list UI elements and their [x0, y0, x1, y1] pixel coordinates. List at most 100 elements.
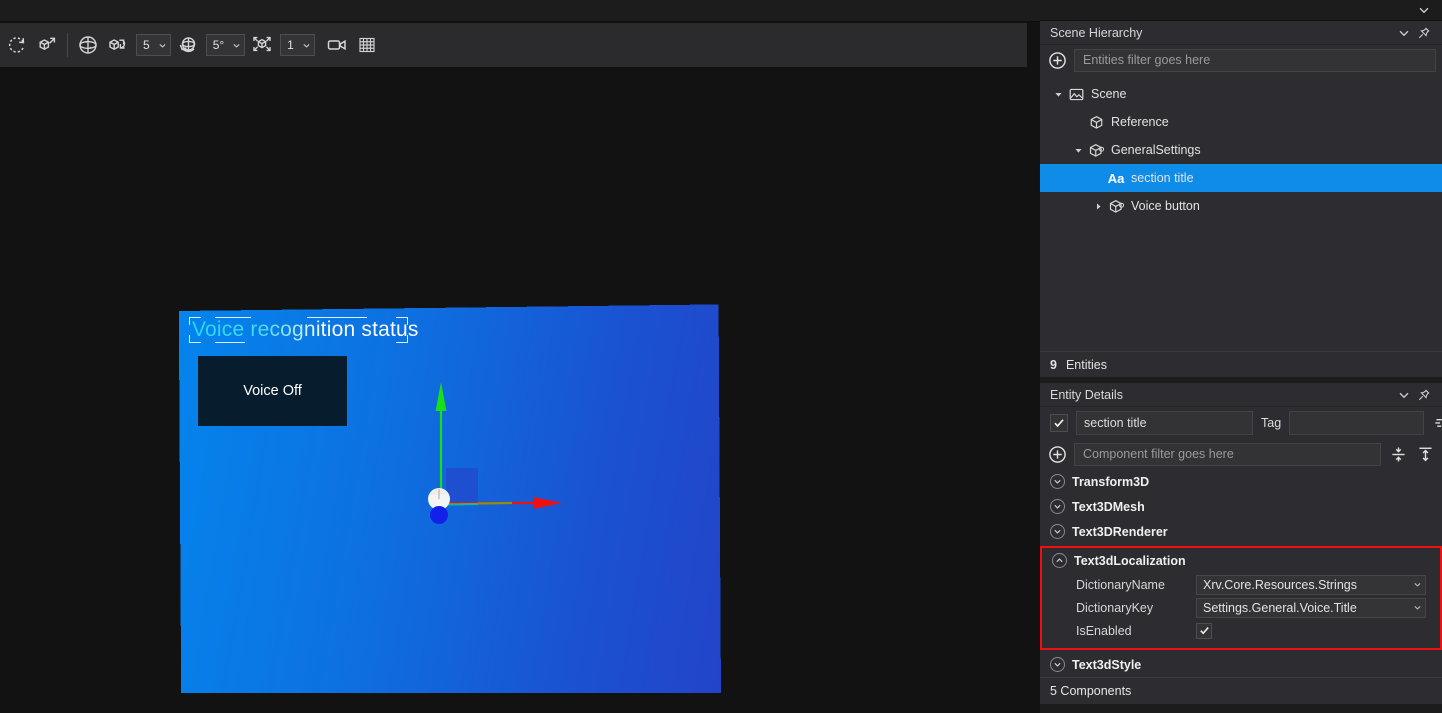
component-name: Text3dLocalization	[1074, 554, 1186, 568]
toolbar-separator	[67, 33, 68, 57]
voice-off-label: Voice Off	[243, 383, 302, 399]
entities-filter-input[interactable]	[1074, 49, 1436, 72]
right-dock: Scene Hierarchy	[1040, 0, 1442, 713]
plus-circle-icon[interactable]	[1046, 49, 1068, 71]
component-toggle[interactable]	[1052, 553, 1067, 568]
snap-scale-icon[interactable]	[247, 30, 277, 60]
tree-item-label: section title	[1131, 171, 1194, 185]
chevron-down-icon[interactable]	[1417, 3, 1431, 17]
tree-item-scene[interactable]: Scene	[1040, 80, 1442, 108]
plane-title-text: Voice recognition status	[192, 318, 419, 342]
rotate-step-combo[interactable]: 5°	[206, 34, 245, 56]
grid-icon[interactable]	[352, 30, 382, 60]
scene-icon	[1066, 85, 1086, 103]
3d-viewport[interactable]: Voice recognition status Voice Off	[0, 67, 1027, 713]
tree-item-voice-button[interactable]: Voice button	[1040, 192, 1442, 220]
chevron-down-icon	[302, 41, 311, 50]
rotate-gizmo-icon[interactable]	[2, 30, 32, 60]
component-toggle[interactable]	[1050, 524, 1065, 539]
tree-twisty[interactable]	[1090, 198, 1106, 214]
rotate-step-value: 5°	[213, 38, 224, 52]
property-combo-dictionarykey[interactable]: Settings.General.Voice.Title	[1196, 598, 1426, 618]
pin-icon[interactable]	[1414, 385, 1434, 405]
chevron-up-icon	[1055, 556, 1064, 565]
entities-filter-row	[1040, 45, 1442, 75]
entity-enabled-checkbox[interactable]	[1050, 414, 1068, 432]
component-block-text3drenderer: Text3DRenderer	[1040, 519, 1442, 544]
twisty-collapsed-icon	[1094, 202, 1103, 211]
entity-details-title: Entity Details	[1050, 388, 1394, 402]
component-tool-icons	[1387, 443, 1436, 465]
tree-item-label: GeneralSettings	[1111, 143, 1201, 157]
run-behaviors-icon[interactable]	[1432, 411, 1442, 435]
component-header-transform3d[interactable]: Transform3D	[1040, 469, 1442, 494]
chevron-down-icon	[1413, 580, 1422, 589]
component-toggle[interactable]	[1050, 499, 1065, 514]
entities-count-label: Entities	[1066, 358, 1107, 372]
plus-circle-icon[interactable]	[1046, 443, 1068, 465]
chevron-down-icon	[1053, 477, 1062, 486]
scene-hierarchy-panel: Scene Hierarchy	[1040, 21, 1442, 351]
component-header-text3drenderer[interactable]: Text3DRenderer	[1040, 519, 1442, 544]
property-checkbox-isenabled[interactable]	[1196, 623, 1212, 639]
top-strip	[0, 0, 1040, 22]
tree-item-label: Voice button	[1131, 199, 1200, 213]
entities-count-number: 9	[1050, 358, 1057, 372]
entity-cube-icon	[1089, 115, 1104, 130]
tree-item-generalsettings[interactable]: GeneralSettings	[1040, 136, 1442, 164]
component-header-text3dstyle[interactable]: Text3dStyle	[1040, 652, 1442, 677]
twisty-expanded-icon	[1074, 146, 1083, 155]
pin-icon[interactable]	[1414, 23, 1434, 43]
component-toggle[interactable]	[1050, 657, 1065, 672]
viewport-toolbar: 5 5°	[0, 23, 1027, 67]
component-filter-input[interactable]	[1074, 443, 1381, 466]
component-block-spacer	[1042, 642, 1440, 648]
snap-rotate-icon[interactable]	[173, 30, 203, 60]
components-count-bar: 5 Components	[1040, 677, 1442, 704]
tree-item-reference[interactable]: Reference	[1040, 108, 1442, 136]
tree-twisty[interactable]	[1070, 114, 1086, 130]
voice-off-button[interactable]: Voice Off	[198, 356, 347, 426]
chevron-down-icon[interactable]	[1394, 23, 1414, 43]
tree-item-section-title[interactable]: Aasection title	[1040, 164, 1442, 192]
chevron-down-icon	[1053, 527, 1062, 536]
component-name: Text3DRenderer	[1072, 525, 1168, 539]
scale-step-combo[interactable]: 1	[280, 34, 315, 56]
entity-tag-field[interactable]	[1289, 411, 1424, 435]
camera-icon[interactable]	[322, 30, 352, 60]
property-label: IsEnabled	[1076, 624, 1196, 638]
component-block-text3dstyle: Text3dStyle	[1040, 652, 1442, 677]
component-list: Transform3D Text3DMesh Text3DRenderer Text3…	[1040, 469, 1442, 677]
snap-translate-icon[interactable]	[103, 30, 133, 60]
tree-twisty[interactable]	[1090, 170, 1106, 186]
component-header-text3dlocalization[interactable]: Text3dLocalization	[1042, 548, 1440, 573]
scale-step-value: 1	[287, 38, 294, 52]
tree-twisty[interactable]	[1050, 86, 1066, 102]
tree-item-label: Scene	[1091, 87, 1126, 101]
chevron-down-icon	[1053, 502, 1062, 511]
property-label: DictionaryKey	[1076, 601, 1196, 615]
global-space-icon[interactable]	[73, 30, 103, 60]
tree-twisty[interactable]	[1070, 142, 1086, 158]
translate-step-combo[interactable]: 5	[136, 34, 171, 56]
entity-name-field[interactable]	[1076, 411, 1253, 435]
entity-cube-children-icon	[1109, 199, 1124, 214]
expand-all-icon[interactable]	[1414, 443, 1436, 465]
property-value: Settings.General.Voice.Title	[1203, 601, 1357, 615]
tag-label: Tag	[1261, 416, 1281, 430]
entity-cube-children-icon	[1089, 143, 1104, 158]
component-block-text3dmesh: Text3DMesh	[1040, 494, 1442, 519]
scale-gizmo-icon[interactable]	[32, 30, 62, 60]
scene-hierarchy-title: Scene Hierarchy	[1050, 26, 1394, 40]
scene-icon	[1069, 87, 1084, 102]
component-name: Text3dStyle	[1072, 658, 1141, 672]
collapse-all-icon[interactable]	[1387, 443, 1409, 465]
components-count-label: 5 Components	[1050, 684, 1131, 698]
component-name: Text3DMesh	[1072, 500, 1145, 514]
component-filter-row	[1040, 439, 1442, 469]
component-header-text3dmesh[interactable]: Text3DMesh	[1040, 494, 1442, 519]
component-toggle[interactable]	[1050, 474, 1065, 489]
property-combo-dictionaryname[interactable]: Xrv.Core.Resources.Strings	[1196, 575, 1426, 595]
transform-gizmo[interactable]	[400, 377, 580, 537]
chevron-down-icon[interactable]	[1394, 385, 1414, 405]
